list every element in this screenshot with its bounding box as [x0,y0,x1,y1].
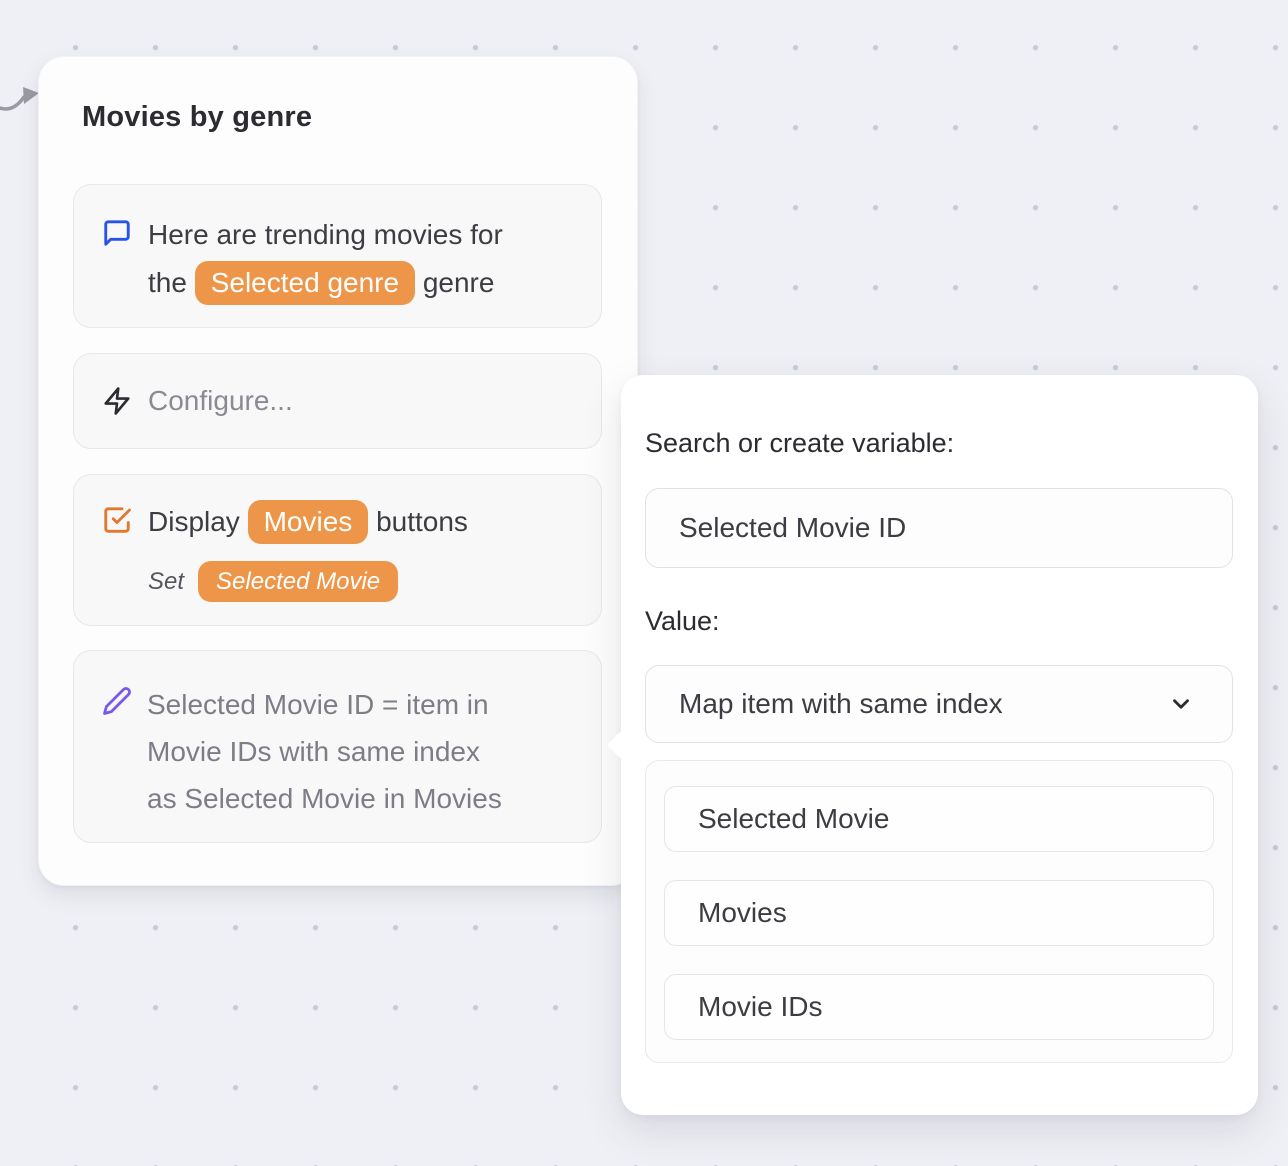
display-text-post: buttons [368,506,468,537]
message-text: Here are trending movies for the Selecte… [148,211,503,307]
node-card-movies-by-genre[interactable]: Movies by genre Here are trending movies… [38,56,638,886]
message-text-line1: Here are trending movies for [148,219,503,250]
pencil-icon [102,686,132,716]
set-label: Set [148,568,184,595]
checkbox-icon [102,505,132,535]
assignment-block[interactable]: Selected Movie ID = item in Movie IDs wi… [73,650,602,843]
variable-option-movie-ids[interactable]: Movie IDs [664,974,1214,1040]
assignment-text-line3: as Selected Movie in Movies [147,775,502,822]
variable-search-input[interactable] [645,488,1233,568]
set-row: Set Selected Movie [148,560,468,602]
assignment-text-line2: Movie IDs with same index [147,728,502,775]
variable-list: Selected Movie Movies Movie IDs [645,760,1233,1063]
variable-chip-selected-genre[interactable]: Selected genre [195,261,415,305]
assignment-text: Selected Movie ID = item in Movie IDs wi… [147,681,502,822]
message-block[interactable]: Here are trending movies for the Selecte… [73,184,602,328]
message-text-line2-post: genre [415,267,494,298]
variable-chip-selected-movie[interactable]: Selected Movie [198,561,398,602]
card-title: Movies by genre [82,97,312,137]
flow-canvas: Movies by genre Here are trending movies… [0,0,1288,1166]
message-text-line2-pre: the [148,267,195,298]
variable-option-selected-movie[interactable]: Selected Movie [664,786,1214,852]
lightning-icon [102,386,132,416]
chevron-down-icon [1168,691,1194,717]
display-text: Display Movies buttons [148,499,468,545]
configure-block[interactable]: Configure... [73,353,602,449]
variable-option-movies[interactable]: Movies [664,880,1214,946]
value-label: Value: [645,603,720,639]
search-variable-label: Search or create variable: [645,425,954,461]
value-mode-select[interactable]: Map item with same index [645,665,1233,743]
assignment-text-line1: Selected Movie ID = item in [147,681,502,728]
configure-label: Configure... [148,385,293,417]
display-block[interactable]: Display Movies buttons Set Selected Movie [73,474,602,626]
chat-bubble-icon [102,218,132,248]
variable-editor-popup: Search or create variable: Value: Map it… [621,375,1258,1115]
display-text-pre: Display [148,506,248,537]
value-mode-selected-option: Map item with same index [679,688,1003,720]
variable-chip-movies[interactable]: Movies [248,500,369,544]
